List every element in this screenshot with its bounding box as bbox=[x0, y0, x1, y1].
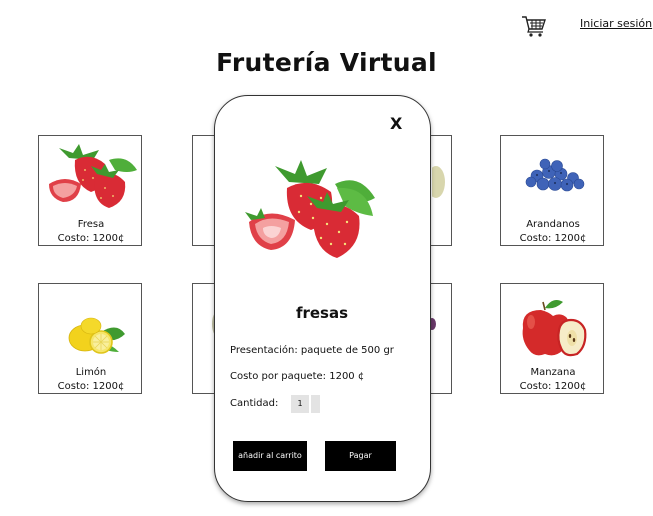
product-card-limon[interactable]: Limón Costo: 1200¢ bbox=[38, 283, 142, 394]
presentation-text: Presentación: paquete de 500 gr bbox=[230, 345, 394, 356]
pay-button[interactable]: Pagar bbox=[325, 441, 396, 471]
lemon-image bbox=[39, 288, 143, 362]
package-cost-text: Costo por paquete: 1200 ¢ bbox=[230, 371, 365, 382]
strawberry-image bbox=[39, 140, 143, 214]
product-card-manzana[interactable]: Manzana Costo: 1200¢ bbox=[500, 283, 604, 394]
quantity-label: Cantidad: bbox=[230, 398, 279, 409]
product-cost: Costo: 1200¢ bbox=[519, 381, 587, 392]
add-to-cart-button[interactable]: añadir al carrito bbox=[233, 441, 307, 471]
blueberries-image bbox=[501, 140, 605, 214]
strawberry-image bbox=[241, 158, 381, 268]
fruit-image-partial bbox=[427, 164, 446, 224]
product-name: Manzana bbox=[530, 367, 576, 378]
close-button[interactable]: X bbox=[390, 116, 402, 132]
modal-title: fresas bbox=[295, 304, 349, 322]
fruit-image-partial bbox=[428, 318, 444, 378]
apple-image bbox=[501, 288, 605, 362]
product-name: Arandanos bbox=[526, 219, 580, 230]
product-cost: Costo: 1200¢ bbox=[57, 381, 125, 392]
product-detail-modal: X fresas Presentación: paquete de 500 gr… bbox=[214, 95, 431, 502]
product-name: Fresa bbox=[77, 219, 105, 230]
product-name: Limón bbox=[75, 367, 107, 378]
page-title: Frutería Virtual bbox=[216, 48, 437, 77]
quantity-input[interactable]: 1 bbox=[291, 395, 309, 413]
product-card-fresa[interactable]: Fresa Costo: 1200¢ bbox=[38, 135, 142, 246]
product-cost: Costo: 1200¢ bbox=[519, 233, 587, 244]
product-cost: Costo: 1200¢ bbox=[57, 233, 125, 244]
shopping-cart-icon[interactable] bbox=[521, 14, 547, 38]
login-link[interactable]: Iniciar sesión bbox=[580, 17, 652, 30]
quantity-stepper[interactable] bbox=[311, 395, 320, 413]
product-card-arandanos[interactable]: Arandanos Costo: 1200¢ bbox=[500, 135, 604, 246]
